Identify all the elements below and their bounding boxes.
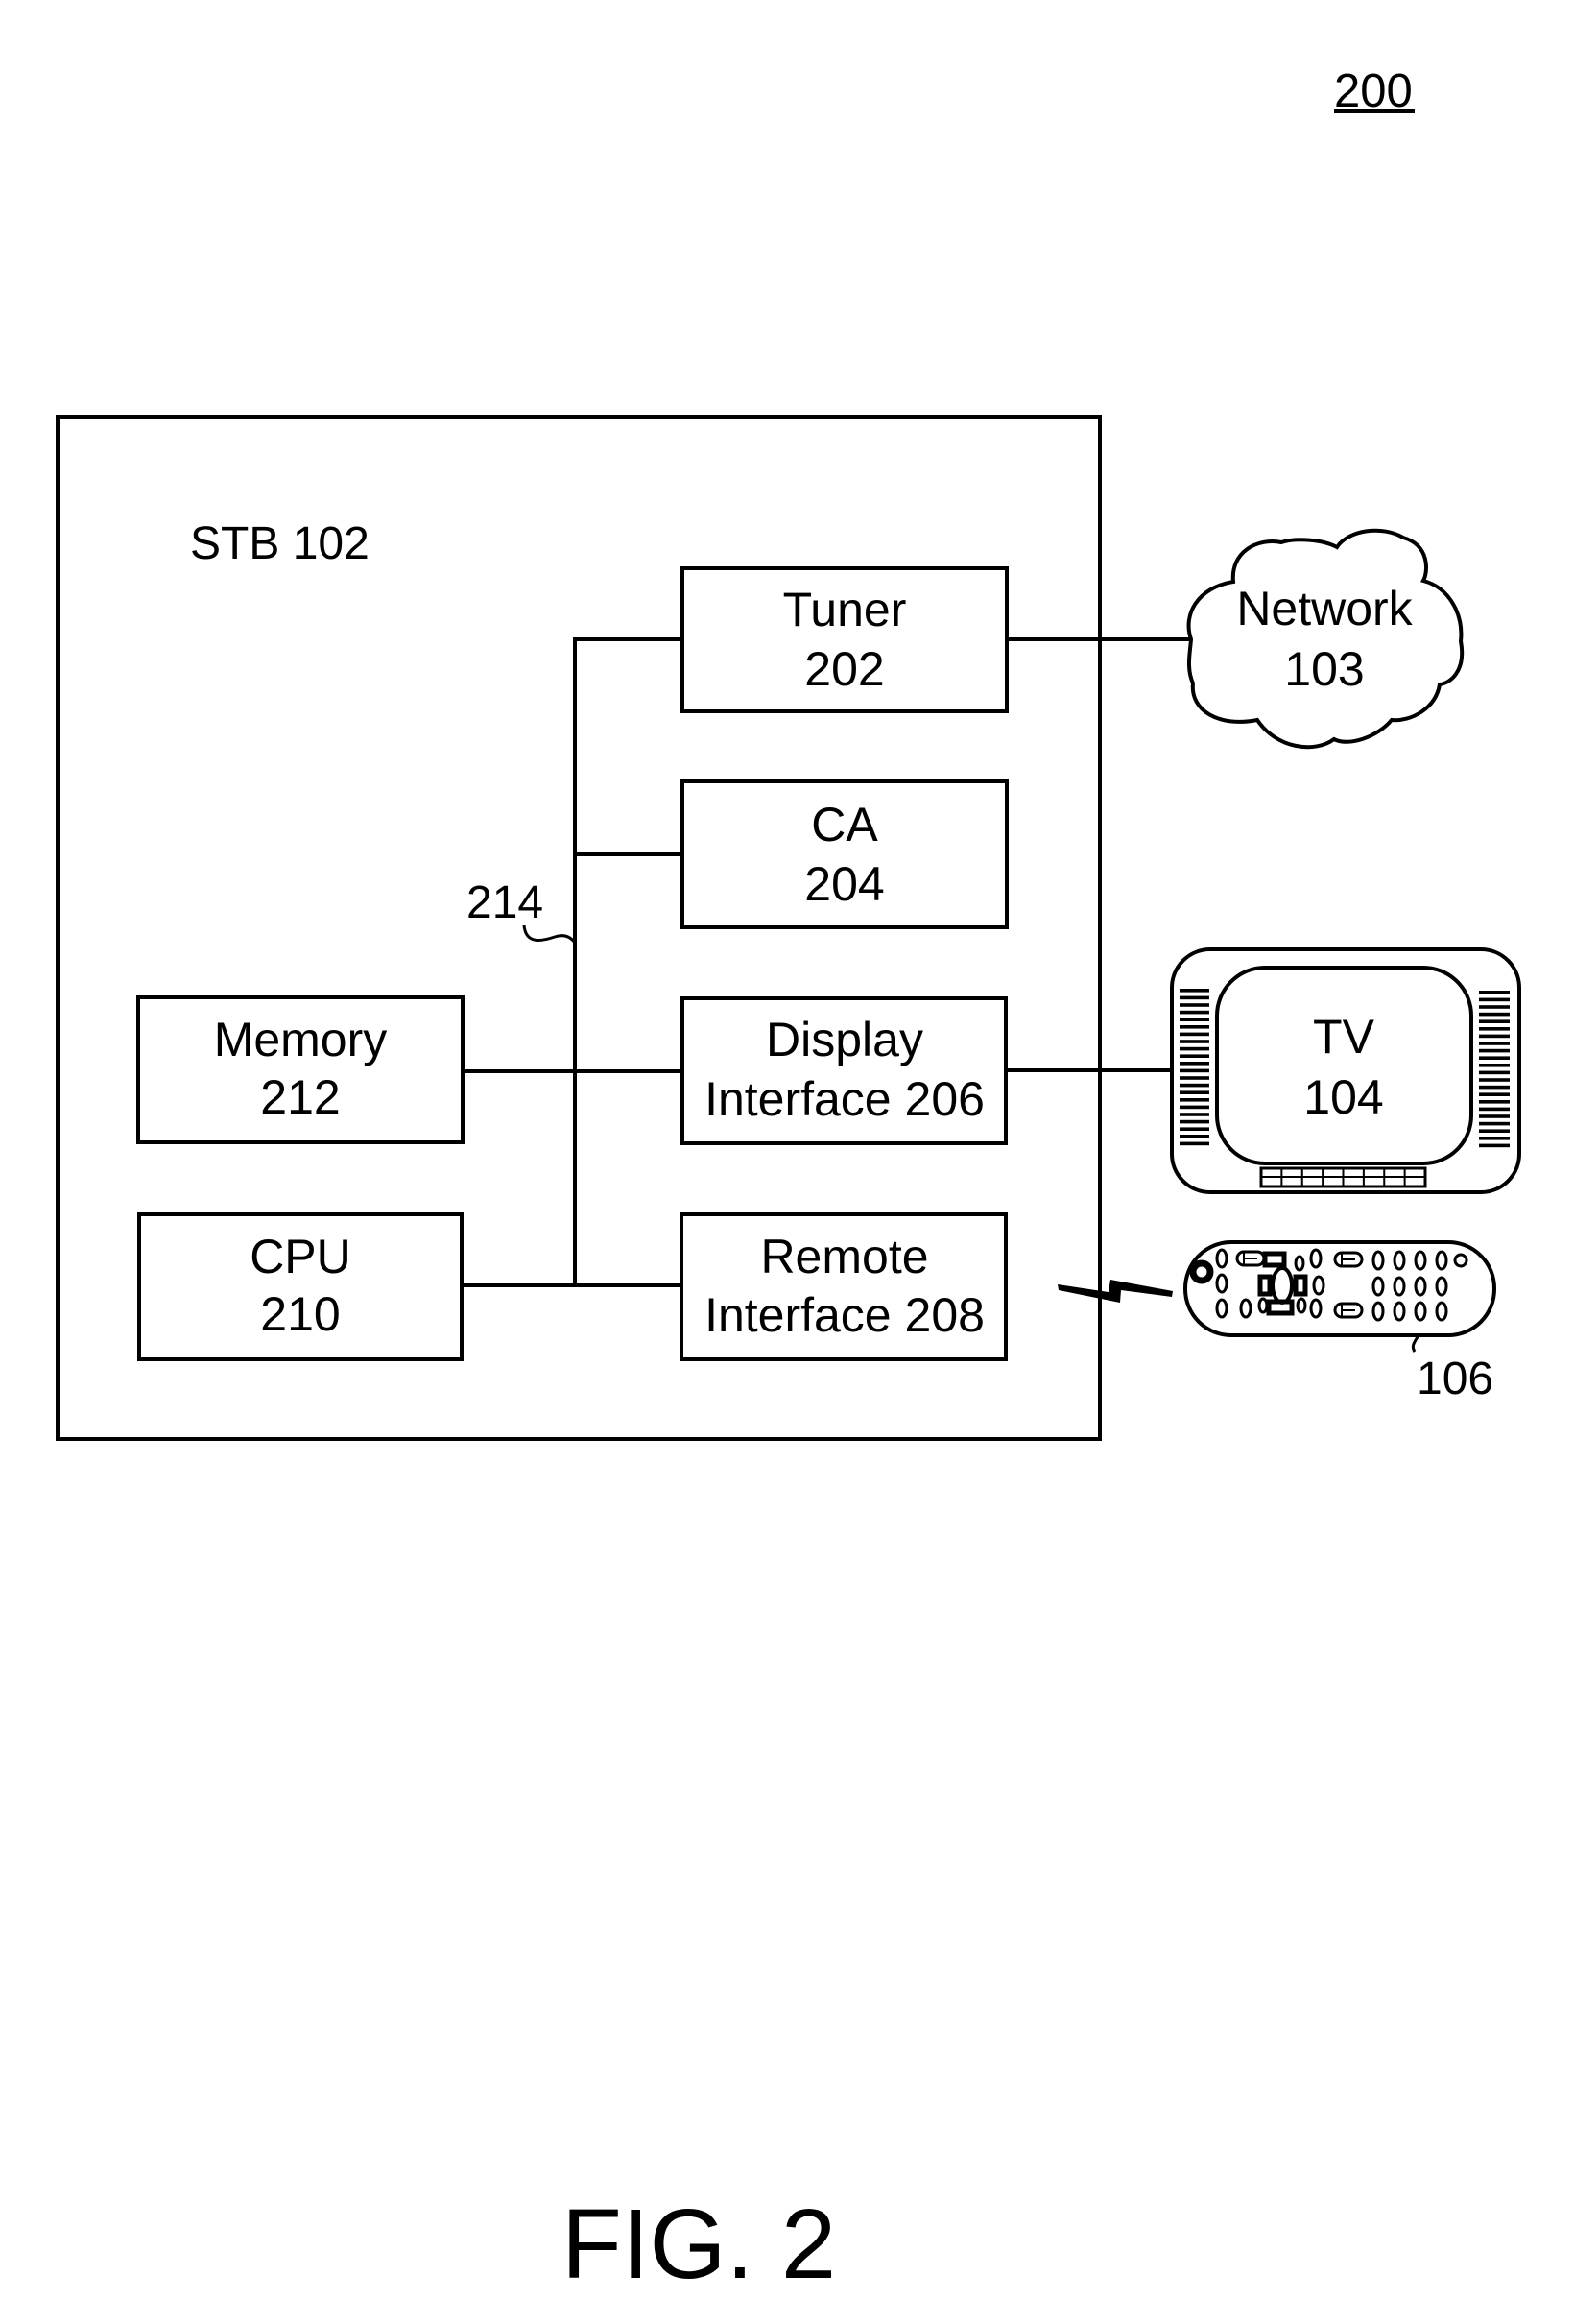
cpu-number: 210 xyxy=(260,1287,340,1341)
vent-slot xyxy=(1180,1010,1209,1015)
vent-slot xyxy=(1180,1062,1209,1066)
vent-slot xyxy=(1180,1032,1209,1037)
vent-slot xyxy=(1180,1068,1209,1073)
vent-slot xyxy=(1479,1012,1510,1017)
network-number: 103 xyxy=(1284,642,1364,696)
vent-slot xyxy=(1180,1119,1209,1124)
memory-block: Memory 212 xyxy=(136,995,465,1144)
vent-slot xyxy=(1180,1003,1209,1007)
network-cloud: Network 103 xyxy=(1186,528,1465,750)
vent-slot xyxy=(1180,1018,1209,1021)
ca-number: 204 xyxy=(804,857,884,911)
vent-slot xyxy=(1479,1019,1510,1023)
remote-interface-number: Interface 208 xyxy=(704,1288,985,1342)
vent-slot xyxy=(1180,1040,1209,1043)
cloud-icon xyxy=(1186,528,1465,750)
vent-slot xyxy=(1180,1141,1209,1146)
ca-label: CA xyxy=(811,798,878,851)
vent-slot xyxy=(1180,995,1209,1000)
display-interface-block: Display Interface 206 xyxy=(680,996,1008,1145)
remote-control: 106 xyxy=(1183,1240,1496,1404)
figure-caption: FIG. 2 xyxy=(561,2189,836,2299)
vent-slot xyxy=(1180,1135,1209,1138)
remote-label-leader xyxy=(1411,1334,1420,1353)
network-label: Network xyxy=(1236,582,1413,635)
vent-slot xyxy=(1479,1107,1510,1112)
remote-interface-label: Remote xyxy=(760,1230,928,1283)
vent-slot xyxy=(1479,1143,1510,1148)
remote-interface-block: Remote Interface 208 xyxy=(680,1212,1008,1361)
display-interface-label: Display xyxy=(766,1013,923,1066)
bus-label: 214 xyxy=(466,877,543,928)
vent-slot xyxy=(1479,1114,1510,1118)
cpu-label: CPU xyxy=(250,1230,351,1283)
display-interface-number: Interface 206 xyxy=(704,1072,985,1126)
tv-control-panel xyxy=(1259,1166,1427,1188)
vent-slot xyxy=(1479,1092,1510,1096)
tuner-number: 202 xyxy=(804,642,884,696)
vent-slot xyxy=(1479,991,1510,994)
vent-slot xyxy=(1180,1046,1209,1051)
remote-icon xyxy=(1183,1240,1496,1337)
vent-slot xyxy=(1180,1076,1209,1080)
vent-slot xyxy=(1180,1105,1209,1110)
remote-number: 106 xyxy=(1417,1354,1493,1404)
memory-number: 212 xyxy=(260,1070,340,1124)
vent-slot xyxy=(1479,1121,1510,1126)
vent-slot xyxy=(1479,1129,1510,1133)
tv-number: 104 xyxy=(1303,1070,1383,1124)
vent-slot xyxy=(1479,1042,1510,1045)
tuner-label: Tuner xyxy=(783,583,907,636)
vent-slot xyxy=(1479,1005,1510,1009)
tv-screen xyxy=(1215,966,1473,1165)
ca-block: CA 204 xyxy=(680,779,1009,929)
vent-slot xyxy=(1479,1100,1510,1104)
stb-label: STB 102 xyxy=(190,518,370,569)
vent-slot xyxy=(1479,1056,1510,1060)
vent-slot xyxy=(1479,1064,1510,1067)
tuner-block: Tuner 202 xyxy=(680,566,1009,713)
vent-slot xyxy=(1479,997,1510,1002)
vent-slot xyxy=(1180,1025,1209,1029)
vent-slot xyxy=(1180,1098,1209,1102)
tv-label: TV xyxy=(1313,1010,1375,1064)
vent-slot xyxy=(1180,1113,1209,1116)
cpu-block: CPU 210 xyxy=(137,1212,464,1361)
tv-device: TV 104 xyxy=(1170,947,1521,1194)
vent-slot xyxy=(1479,1070,1510,1075)
vent-slot xyxy=(1479,1085,1510,1090)
memory-label: Memory xyxy=(214,1013,388,1066)
vent-slot xyxy=(1479,1034,1510,1039)
vent-slot xyxy=(1479,1078,1510,1082)
diagram-canvas: 200 STB 102 214 Tuner 202 CA 204 Display… xyxy=(56,65,1521,2299)
vent-slot xyxy=(1180,1090,1209,1094)
vent-slot xyxy=(1180,1054,1209,1058)
figure-number: 200 xyxy=(1334,65,1413,117)
vent-slot xyxy=(1479,1027,1510,1031)
vent-slot xyxy=(1479,1137,1510,1140)
vent-slot xyxy=(1180,989,1209,993)
vent-slot xyxy=(1479,1048,1510,1053)
vent-slot xyxy=(1180,1127,1209,1131)
vent-slot xyxy=(1180,1083,1209,1088)
